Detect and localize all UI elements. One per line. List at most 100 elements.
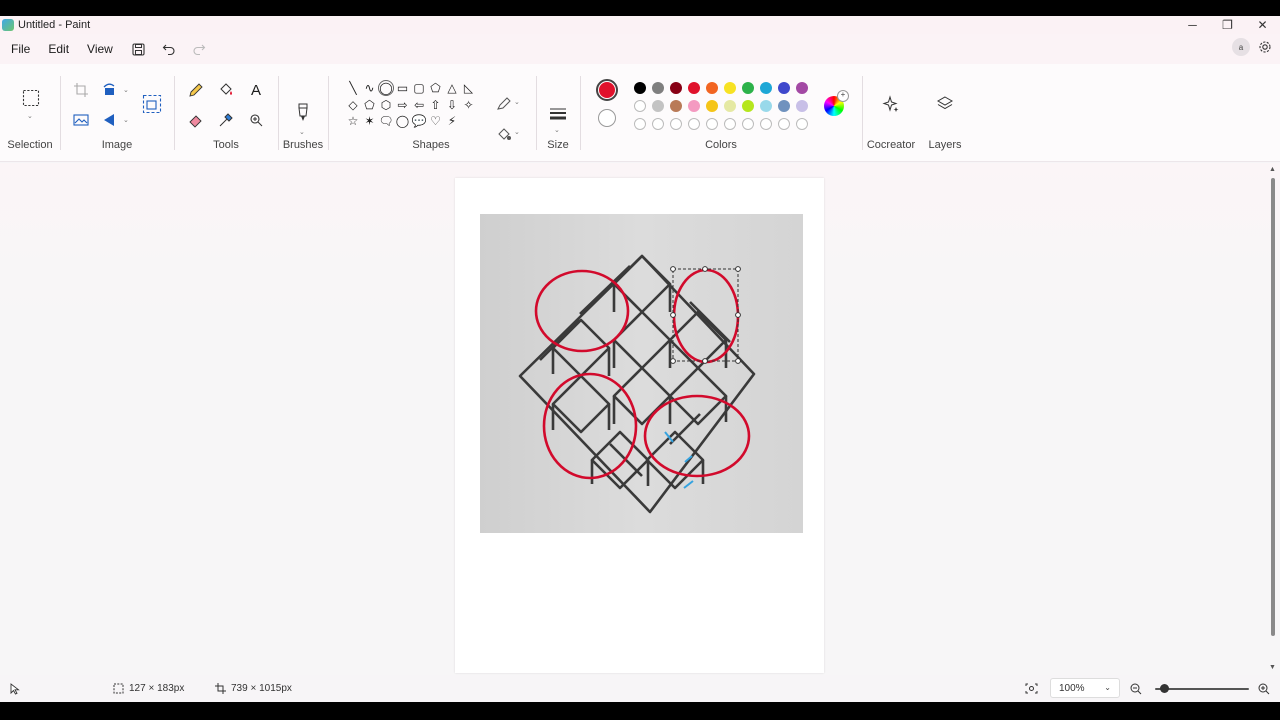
color-swatch[interactable] [652,100,664,112]
flip-dropdown-icon[interactable]: ⌄ [123,116,129,124]
color-swatch[interactable] [652,118,664,130]
zoom-in-button[interactable] [1258,675,1270,702]
color-swatch[interactable] [796,100,808,112]
right-arrow-shape[interactable]: ⇨ [395,97,411,113]
size-dropdown-icon[interactable]: ⌄ [554,126,560,134]
zoom-out-button[interactable] [1130,675,1142,702]
pentagon-shape[interactable]: ⬠ [362,97,378,113]
color-swatch[interactable] [706,82,718,94]
color-swatch[interactable] [796,118,808,130]
color-swatch[interactable] [760,118,772,130]
rectangle-shape[interactable]: ▭ [395,80,411,96]
scroll-down-icon[interactable]: ▼ [1269,664,1276,671]
brushes-dropdown-icon[interactable]: ⌄ [299,128,305,136]
color-swatch[interactable] [634,82,646,94]
stroke-size-icon[interactable] [548,104,568,124]
eraser-icon[interactable] [186,110,206,130]
hexagon-shape[interactable]: ⬡ [378,97,394,113]
outline-dropdown-icon[interactable]: ⌄ [514,98,520,106]
color-swatch[interactable] [742,100,754,112]
vertical-scrollbar[interactable]: ▲ ▼ [1268,166,1278,674]
color-swatch[interactable] [688,118,700,130]
fill-dropdown-icon[interactable]: ⌄ [514,128,520,136]
shape-fill-icon[interactable] [494,124,514,144]
close-button[interactable]: ✕ [1245,16,1280,34]
color-swatch[interactable] [742,82,754,94]
color-swatch[interactable] [670,82,682,94]
color-swatch[interactable] [724,118,736,130]
color-swatch[interactable] [688,100,700,112]
cloud-callout-shape[interactable]: 💬 [411,113,427,129]
maximize-button[interactable]: ❐ [1210,16,1245,34]
zoom-slider-thumb[interactable] [1160,684,1169,693]
magnifier-icon[interactable] [246,110,266,130]
layers-icon[interactable] [935,94,955,114]
left-arrow-shape[interactable]: ⇦ [411,97,427,113]
fit-to-window-button[interactable] [1025,675,1038,702]
settings-gear-icon[interactable] [1258,40,1272,54]
color-swatch[interactable] [706,100,718,112]
edit-colors-wheel-icon[interactable] [824,90,849,116]
color-swatch[interactable] [670,100,682,112]
diamond-shape[interactable]: ◇ [345,97,361,113]
curve-shape[interactable]: ∿ [362,80,378,96]
rect-callout-shape[interactable]: 🗨 [378,113,394,129]
color-swatch[interactable] [706,118,718,130]
shape-outline-icon[interactable] [494,94,514,114]
save-button[interactable] [126,36,152,62]
color-swatch[interactable] [670,118,682,130]
color-swatch[interactable] [778,82,790,94]
rounded-rectangle-shape[interactable]: ▢ [411,80,427,96]
pencil-icon[interactable] [186,80,206,100]
rotate-icon[interactable] [100,80,120,100]
account-avatar[interactable]: a [1232,38,1250,56]
remove-background-icon[interactable] [71,110,91,130]
color-swatch[interactable] [688,82,700,94]
five-point-star-shape[interactable]: ☆ [345,113,361,129]
heart-shape[interactable]: ♡ [428,113,444,129]
flip-icon[interactable] [100,110,120,130]
color-swatch[interactable] [760,100,772,112]
fill-bucket-icon[interactable] [216,80,236,100]
right-triangle-shape[interactable]: ◺ [461,80,477,96]
drawing-canvas[interactable] [455,178,824,673]
oval-callout-shape[interactable]: ◯ [395,113,411,129]
crop-icon[interactable] [71,80,91,100]
color-swatch[interactable] [778,100,790,112]
polygon-shape[interactable]: ⬠ [428,80,444,96]
color-swatch[interactable] [652,82,664,94]
brush-icon[interactable] [293,102,313,122]
selection-dropdown-icon[interactable]: ⌄ [27,112,33,120]
zoom-slider-track[interactable] [1155,688,1249,690]
resize-icon[interactable] [142,94,162,114]
menu-file[interactable]: File [2,34,39,64]
rectangle-select-icon[interactable] [21,88,41,108]
minimize-button[interactable]: ─ [1175,16,1210,34]
oval-shape[interactable]: ◯ [378,80,394,96]
menu-view[interactable]: View [78,34,122,64]
six-point-star-shape[interactable]: ✶ [362,113,378,129]
zoom-level-select[interactable]: 100% ⌄ [1050,678,1120,698]
pasted-image[interactable] [480,214,803,533]
color-picker-icon[interactable] [216,110,236,130]
lightning-shape[interactable]: ⚡ [444,113,460,129]
primary-color-button[interactable] [596,79,618,101]
rotate-dropdown-icon[interactable]: ⌄ [123,86,129,94]
redo-button[interactable] [186,36,212,62]
color-swatch[interactable] [724,82,736,94]
color-swatch[interactable] [778,118,790,130]
line-shape[interactable]: ╲ [345,80,361,96]
down-arrow-shape[interactable]: ⇩ [444,97,460,113]
color-swatch[interactable] [724,100,736,112]
color-swatch[interactable] [760,82,772,94]
undo-button[interactable] [156,36,182,62]
color-swatch[interactable] [634,118,646,130]
scrollbar-thumb[interactable] [1271,178,1275,636]
menu-edit[interactable]: Edit [39,34,78,64]
color-swatch[interactable] [634,100,646,112]
text-tool-icon[interactable]: A [246,80,266,100]
scroll-up-icon[interactable]: ▲ [1269,166,1276,173]
cocreator-sparkle-icon[interactable] [881,94,901,114]
four-point-star-shape[interactable]: ✧ [461,97,477,113]
secondary-color-button[interactable] [598,109,616,127]
